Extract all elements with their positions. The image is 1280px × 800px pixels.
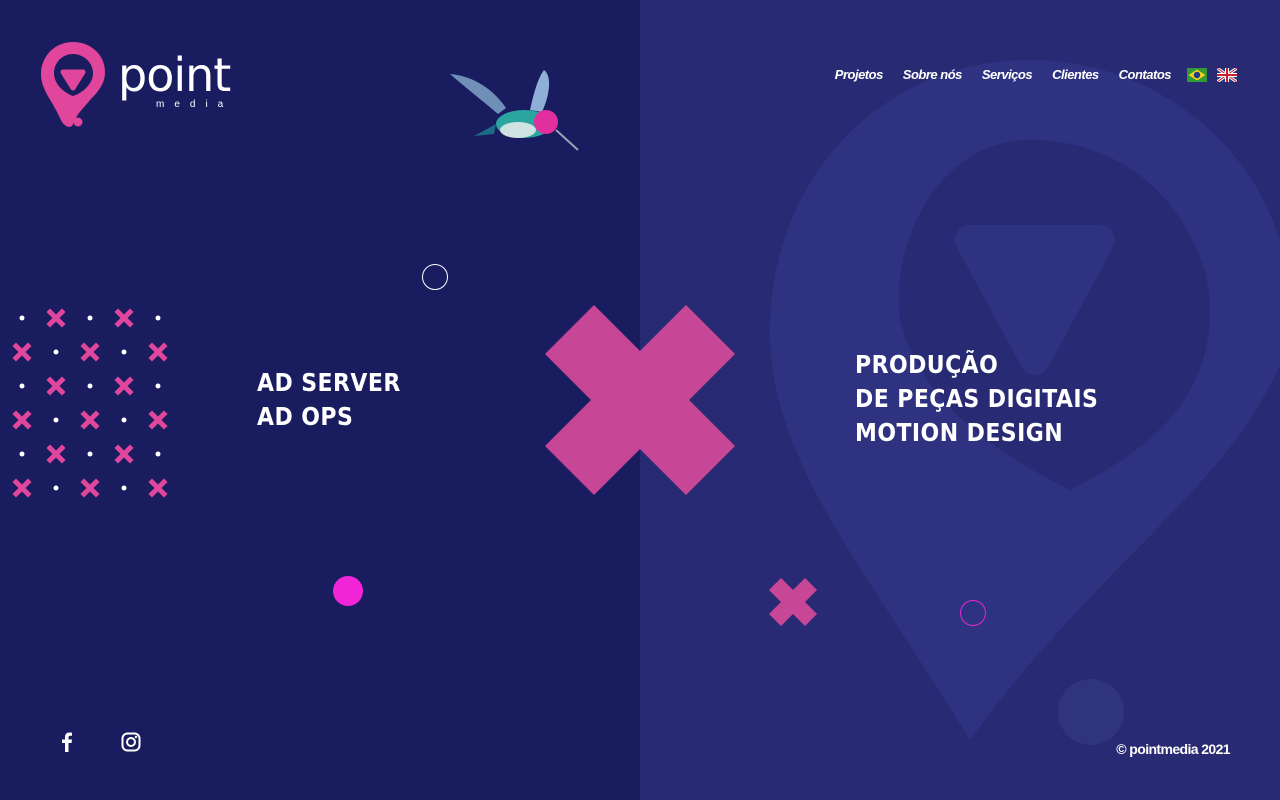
small-x-icon <box>769 578 817 626</box>
outline-circle-decoration <box>960 600 986 626</box>
instagram-icon[interactable] <box>119 730 143 754</box>
right-headline: PRODUÇÃO DE PEÇAS DIGITAIS MOTION DESIGN <box>855 348 1098 450</box>
nav-servicos[interactable]: Serviços <box>982 64 1033 86</box>
decorative-pattern <box>12 308 168 498</box>
nav-contatos[interactable]: Contatos <box>1119 64 1172 86</box>
nav-clientes[interactable]: Clientes <box>1052 64 1099 86</box>
uk-flag-icon[interactable] <box>1217 68 1237 82</box>
facebook-icon[interactable] <box>55 730 79 754</box>
main-nav: Projetos Sobre nós Serviços Clientes Con… <box>815 64 1237 86</box>
big-x-icon <box>545 305 735 495</box>
headline-line: AD OPS <box>257 402 354 431</box>
logo-wordmark: point <box>118 48 231 102</box>
headline-line: DE PEÇAS DIGITAIS <box>855 384 1099 413</box>
left-headline: AD SERVER AD OPS <box>257 366 401 434</box>
brazil-flag-icon[interactable] <box>1187 68 1207 82</box>
copyright-text: © pointmedia 2021 <box>1116 741 1230 757</box>
filled-circle-decoration <box>333 576 363 606</box>
headline-line: AD SERVER <box>257 368 401 397</box>
brand-logo[interactable]: point media <box>38 38 231 130</box>
outline-circle-decoration <box>422 264 448 290</box>
headline-line: PRODUÇÃO <box>855 350 999 379</box>
nav-sobre-nos[interactable]: Sobre nós <box>903 64 963 86</box>
headline-line: MOTION DESIGN <box>855 418 1064 447</box>
hummingbird-illustration <box>450 70 579 151</box>
nav-projetos[interactable]: Projetos <box>835 64 884 86</box>
filled-circle-decoration <box>1058 679 1124 745</box>
pin-logo-icon <box>41 42 105 127</box>
logo-tagline: media <box>156 99 234 110</box>
